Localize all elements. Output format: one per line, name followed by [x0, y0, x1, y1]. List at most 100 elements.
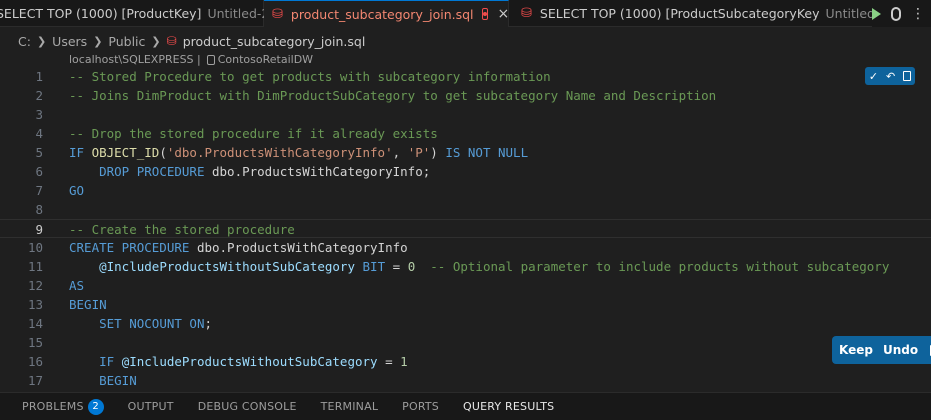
- code-line[interactable]: 3: [0, 105, 931, 124]
- panel-tab-output[interactable]: OUTPUT: [116, 393, 186, 420]
- tab-label: SELECT TOP (1000) [ProductSubcategoryKey: [539, 6, 820, 21]
- code-token: ;: [204, 316, 212, 331]
- code-line[interactable]: 9 -- Create the stored procedure: [0, 219, 931, 238]
- tab-select-top-productsubcategorykey[interactable]: ⛁ SELECT TOP (1000) [ProductSubcategoryK…: [509, 0, 895, 27]
- line-number: 8: [35, 202, 43, 217]
- code-token: dbo.ProductsWithCategoryInfo: [196, 240, 408, 255]
- breadcrumb: C: ❯ Users ❯ Public ❯ ⛁ product_subcateg…: [18, 31, 365, 51]
- connect-icon[interactable]: [891, 6, 901, 21]
- check-icon[interactable]: ✓: [869, 70, 878, 83]
- code-token: BIT: [362, 259, 393, 274]
- code-text: AS: [69, 276, 84, 295]
- code-editor[interactable]: 1 -- Stored Procedure to get products wit…: [0, 67, 931, 390]
- code-text: -- Stored Procedure to get products with…: [69, 67, 551, 86]
- code-line[interactable]: 6 DROP PROCEDURE dbo.ProductsWithCategor…: [0, 162, 931, 181]
- close-icon[interactable]: ×: [498, 6, 510, 22]
- code-line[interactable]: 7 GO: [0, 181, 931, 200]
- line-number: 12: [27, 278, 43, 293]
- code-token: -- Stored Procedure to get products with…: [69, 69, 551, 84]
- code-line[interactable]: 10 CREATE PROCEDURE dbo.ProductsWithCateg…: [0, 238, 931, 257]
- tab-description: Untitled-2: [207, 6, 270, 21]
- line-number: 6: [35, 164, 43, 179]
- code-token: BEGIN: [69, 297, 107, 312]
- code-line[interactable]: 14 SET NOCOUNT ON;: [0, 314, 931, 333]
- panel-tab-debug-console[interactable]: DEBUG CONSOLE: [186, 393, 309, 420]
- connection-info[interactable]: localhost\SQLEXPRESS | ContosoRetailDW: [69, 53, 313, 66]
- document-icon[interactable]: [903, 71, 912, 81]
- code-line[interactable]: 8: [0, 200, 931, 219]
- code-token: BEGIN: [99, 373, 137, 388]
- code-line[interactable]: 2 -- Joins DimProduct with DimProductSubC…: [0, 86, 931, 105]
- code-text: -- Drop the stored procedure if it alrea…: [69, 124, 438, 143]
- tab-label: product_subcategory_join.sql: [290, 6, 474, 22]
- chevron-right-icon: ❯: [36, 34, 47, 48]
- line-number: 3: [35, 107, 43, 122]
- code-line[interactable]: 5 IF OBJECT_ID('dbo.ProductsWithCategoryI…: [0, 143, 931, 162]
- code-token: DROP PROCEDURE: [99, 164, 212, 179]
- tab-select-top-productkey[interactable]: SELECT TOP (1000) [ProductKey] Untitled-…: [0, 0, 269, 27]
- code-line[interactable]: 17 BEGIN: [0, 371, 931, 390]
- breadcrumb-file[interactable]: product_subcategory_join.sql: [183, 34, 366, 49]
- breadcrumb-drive[interactable]: C:: [18, 34, 31, 49]
- database-file-icon: ⛁: [272, 6, 283, 22]
- line-number: 7: [35, 183, 43, 198]
- database-file-icon: ⛁: [521, 6, 532, 21]
- line-number: 9: [35, 222, 43, 237]
- panel-tab-terminal[interactable]: TERMINAL: [309, 393, 391, 420]
- code-text: SET NOCOUNT ON;: [69, 314, 212, 333]
- database-icon: [206, 54, 215, 65]
- code-token: -- Drop the stored procedure if it alrea…: [69, 126, 438, 141]
- more-actions-icon[interactable]: ⋮: [911, 6, 925, 22]
- record-icon[interactable]: [481, 8, 488, 20]
- code-line[interactable]: 16 IF @IncludeProductsWithoutSubCategory…: [0, 352, 931, 371]
- code-line[interactable]: 11 @IncludeProductsWithoutSubCategory BI…: [0, 257, 931, 276]
- run-query-icon[interactable]: [872, 7, 881, 20]
- code-token: -- Create the stored procedure: [69, 222, 295, 237]
- tab-product-subcategory-join[interactable]: ⛁ product_subcategory_join.sql ×: [264, 0, 509, 27]
- panel-tab-problems[interactable]: PROBLEMS 2: [0, 393, 116, 420]
- code-token: IF: [69, 145, 92, 160]
- code-text: CREATE PROCEDURE dbo.ProductsWithCategor…: [69, 238, 408, 257]
- undo-button[interactable]: Undo: [883, 343, 918, 357]
- code-text: IF @IncludeProductsWithoutSubCategory = …: [69, 352, 408, 371]
- line-number: 11: [27, 259, 43, 274]
- breadcrumb-public[interactable]: Public: [108, 34, 145, 49]
- code-token: @IncludeProductsWithoutSubCategory: [99, 259, 363, 274]
- line-number: 5: [35, 145, 43, 160]
- code-text: -- Joins DimProduct with DimProductSubCa…: [69, 86, 716, 105]
- code-text: -- Create the stored procedure: [69, 220, 295, 239]
- problems-count-badge: 2: [87, 398, 104, 415]
- line-number: 14: [27, 316, 43, 331]
- code-text: IF OBJECT_ID('dbo.ProductsWithCategoryIn…: [69, 143, 528, 162]
- undo-icon[interactable]: ↶: [886, 70, 895, 83]
- panel-tab-ports[interactable]: PORTS: [390, 393, 451, 420]
- code-line[interactable]: 15: [0, 333, 931, 352]
- breadcrumb-users[interactable]: Users: [52, 34, 87, 49]
- server-name: localhost\SQLEXPRESS |: [69, 53, 201, 66]
- line-number: 15: [27, 335, 43, 350]
- inline-chat-widget[interactable]: ✓ ↶: [865, 67, 915, 85]
- code-token: -- Optional parameter to include product…: [430, 259, 890, 274]
- code-token: ): [430, 145, 446, 160]
- chevron-right-icon: ❯: [151, 34, 161, 48]
- keep-undo-bar: Keep Undo: [832, 336, 931, 364]
- code-token: OBJECT_ID: [91, 145, 160, 160]
- database-name: ContosoRetailDW: [217, 53, 314, 66]
- code-line[interactable]: 4 -- Drop the stored procedure if it alre…: [0, 124, 931, 143]
- code-token: SET NOCOUNT ON: [99, 316, 205, 331]
- code-line[interactable]: 12 AS: [0, 276, 931, 295]
- keep-button[interactable]: Keep: [839, 343, 873, 357]
- code-line[interactable]: 13 BEGIN: [0, 295, 931, 314]
- code-token: CREATE PROCEDURE: [69, 240, 197, 255]
- code-line[interactable]: 1 -- Stored Procedure to get products wit…: [0, 67, 931, 86]
- code-token: 'dbo.ProductsWithCategoryInfo': [166, 145, 393, 160]
- code-token: =: [392, 259, 408, 274]
- code-token: GO: [69, 183, 85, 198]
- code-token: =: [385, 354, 401, 369]
- code-token: IS NOT NULL: [445, 145, 529, 160]
- panel-tab-query-results[interactable]: QUERY RESULTS: [451, 393, 567, 420]
